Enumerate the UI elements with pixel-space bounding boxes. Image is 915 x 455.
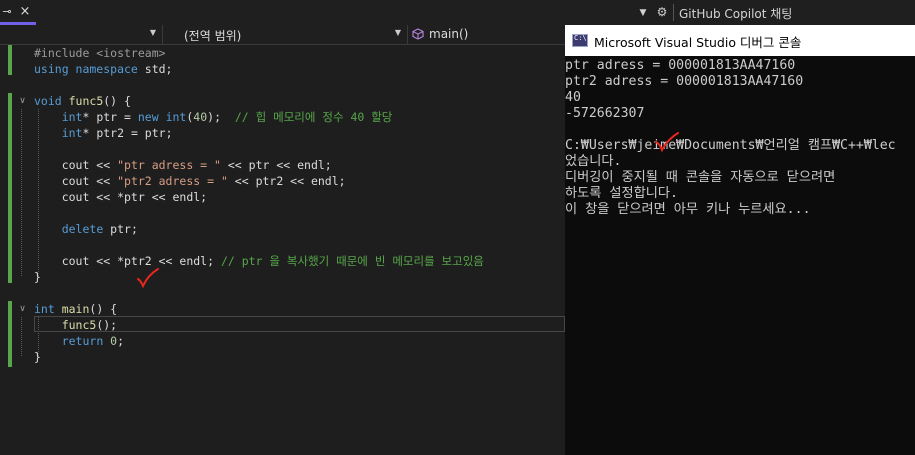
code-line[interactable]: delete ptr; <box>34 221 138 237</box>
member-dropdown-label: main() <box>429 27 469 41</box>
code-token: using namespace <box>34 62 145 76</box>
code-token: #include <iostream> <box>34 46 166 60</box>
code-token: 40 <box>193 110 208 124</box>
scope-guide <box>21 109 22 276</box>
console-output-line: C:₩Users₩jeime₩Documents₩언리얼 캠프₩C++₩lec <box>565 138 896 153</box>
console-output-line: 하도록 설정합니다. <box>565 186 678 201</box>
code-line[interactable]: cout << "ptr2 adress = " << ptr2 << endl… <box>34 173 346 189</box>
console-output-line: ptr2 adress = 000001813AA47160 <box>565 74 804 89</box>
code-token: ; <box>117 334 125 348</box>
console-output-line: ptr adress = 000001813AA47160 <box>565 58 796 73</box>
fold-toggle-icon[interactable]: ∨ <box>17 304 28 315</box>
red-checkmark-annotation <box>137 268 159 289</box>
chevron-down-icon: ▼ <box>149 28 156 37</box>
code-token: } <box>34 350 41 364</box>
scope-dropdown-label: (전역 범위) <box>184 29 242 43</box>
fold-toggle-icon[interactable]: ∨ <box>17 96 28 107</box>
code-token: << ptr << endl; <box>220 158 332 172</box>
debug-console-window[interactable]: Microsoft Visual Studio 디버그 콘솔 ptr adres… <box>565 25 915 455</box>
change-tracking-bar <box>8 301 12 367</box>
code-line[interactable]: int* ptr2 = ptr; <box>34 125 173 141</box>
chevron-down-icon: ▼ <box>394 28 401 37</box>
code-token: void <box>34 94 69 108</box>
change-tracking-bar <box>8 93 12 283</box>
code-token: new int <box>137 110 187 124</box>
code-token: int <box>34 302 62 316</box>
code-token: ptr; <box>110 222 138 236</box>
code-token: int <box>61 126 83 140</box>
pin-icon[interactable]: ⊸ <box>0 4 14 20</box>
code-line[interactable]: int* ptr = new int(40); // 힙 메모리에 정수 40 … <box>34 109 393 125</box>
code-line[interactable]: cout << "ptr adress = " << ptr << endl; <box>34 157 332 173</box>
console-titlebar[interactable]: Microsoft Visual Studio 디버그 콘솔 <box>565 25 915 56</box>
code-token: () { <box>103 94 131 108</box>
navigation-bar: ▼ (전역 범위) ▼ main() <box>0 25 565 45</box>
code-token: func5 <box>68 94 104 108</box>
code-token: << ptr2 << endl; <box>227 174 346 188</box>
code-token: "ptr adress = " <box>117 158 221 172</box>
console-output-line: 었습니다. <box>565 154 622 169</box>
red-checkmark-annotation <box>655 132 679 153</box>
copilot-chat-tab[interactable]: GitHub Copilot 채팅 <box>679 5 792 22</box>
code-token: * ptr = <box>82 110 138 124</box>
console-title: Microsoft Visual Studio 디버그 콘솔 <box>594 35 802 50</box>
console-output-line: 40 <box>565 90 581 105</box>
project-dropdown[interactable]: ▼ <box>0 25 163 44</box>
code-token: "ptr2 adress = " <box>117 174 228 188</box>
code-token: () { <box>89 302 118 316</box>
code-token: main <box>61 302 90 316</box>
code-line[interactable]: return 0; <box>34 333 124 349</box>
code-token: // 힙 메모리에 정수 40 할당 <box>234 110 393 124</box>
code-line[interactable]: cout << *ptr2 << endl; // ptr 을 복사했기 때문에… <box>34 253 484 269</box>
divider <box>673 4 674 21</box>
code-line[interactable]: using namespace std; <box>34 61 172 77</box>
code-line[interactable]: } <box>34 269 41 285</box>
close-tab-icon[interactable]: × <box>16 3 34 21</box>
code-line[interactable]: cout << *ptr << endl; <box>34 189 207 205</box>
code-line[interactable]: #include <iostream> <box>34 45 166 61</box>
code-token: // ptr 을 복사했기 때문에 빈 메모리를 보고있음 <box>220 254 484 268</box>
code-token: ); <box>207 110 235 124</box>
code-token: * ptr2 = ptr; <box>82 126 173 140</box>
code-token: cout << <box>34 158 118 172</box>
console-output: ptr adress = 000001813AA47160 ptr2 adress… <box>565 58 915 455</box>
code-token: int <box>61 110 83 124</box>
title-strip: ⊸ × ▼ ⚙ GitHub Copilot 채팅 <box>0 0 915 25</box>
scope-guide <box>21 317 22 356</box>
code-line[interactable]: } <box>34 349 41 365</box>
method-cube-icon <box>412 28 424 40</box>
code-line[interactable]: int main() { <box>34 301 117 317</box>
code-token: cout << *ptr << endl; <box>34 190 208 204</box>
code-token: return <box>61 334 111 348</box>
code-token: cout << <box>34 174 118 188</box>
console-output-line: 디버깅이 중지될 때 콘솔을 자동으로 닫으려면 <box>565 170 836 185</box>
console-output-line: 이 창을 닫으려면 아무 키나 누르세요... <box>565 202 811 217</box>
code-token: cout << *ptr2 << endl; <box>34 254 221 268</box>
code-editor[interactable]: ∨ ∨ #include <iostream> using namespace s… <box>0 45 565 455</box>
code-token: (); <box>96 318 118 332</box>
gear-icon[interactable]: ⚙ <box>654 4 670 20</box>
code-token: delete <box>61 222 111 236</box>
code-token: func5 <box>61 318 97 332</box>
change-tracking-bar <box>8 45 12 75</box>
console-app-icon <box>572 34 588 47</box>
code-line[interactable]: void func5() { <box>34 93 131 109</box>
member-dropdown[interactable]: main() <box>408 25 565 44</box>
tab-list-dropdown-icon[interactable]: ▼ <box>636 6 650 20</box>
code-token: } <box>34 270 41 284</box>
code-token: std; <box>144 62 173 76</box>
scope-dropdown[interactable]: (전역 범위) ▼ <box>163 25 408 44</box>
console-output-line: -572662307 <box>565 106 645 121</box>
code-line[interactable]: func5(); <box>34 317 117 333</box>
